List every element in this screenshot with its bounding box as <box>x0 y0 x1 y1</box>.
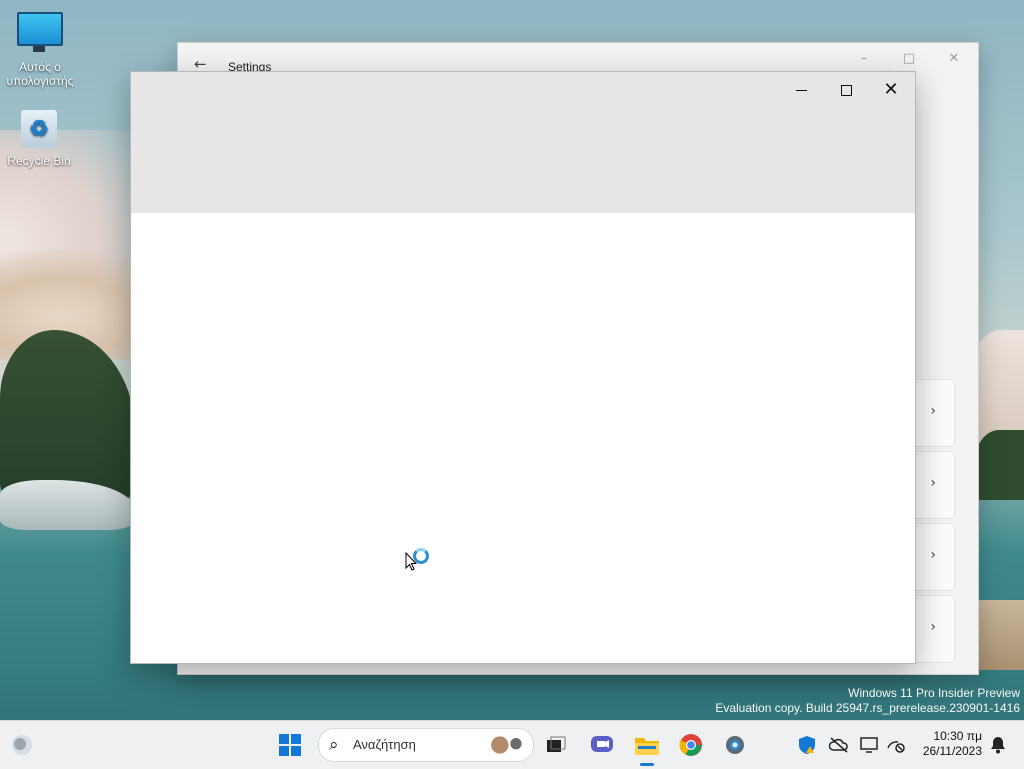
evaluation-watermark: Windows 11 Pro Insider Preview Evaluatio… <box>715 686 1020 716</box>
teams-chat-icon <box>591 736 613 752</box>
active-app-indicator <box>640 763 654 766</box>
maximize-icon <box>840 84 852 96</box>
network-tray-button[interactable] <box>882 731 910 759</box>
monitor-icon <box>17 12 63 52</box>
shield-warning-icon <box>799 736 815 754</box>
clock-date: 26/11/2023 <box>922 744 982 758</box>
settings-card[interactable]: › <box>913 595 955 663</box>
chevron-right-icon: › <box>930 403 936 419</box>
desktop-icon-label: Αυτός ο υπολογιστής <box>6 60 74 88</box>
display-tray-button[interactable] <box>856 731 884 759</box>
task-view-icon <box>547 736 566 752</box>
desktop-icon-this-pc[interactable]: Αυτός ο υπολογιστής <box>2 12 78 88</box>
teams-chat-button[interactable] <box>588 731 616 759</box>
chevron-right-icon: › <box>930 547 936 563</box>
settings-card[interactable]: › <box>913 451 955 519</box>
network-disconnected-icon <box>887 741 905 753</box>
widgets-weather-icon[interactable] <box>8 731 36 759</box>
task-view-button[interactable] <box>542 731 570 759</box>
busy-spinner-icon <box>413 548 429 564</box>
clock[interactable]: 10:30 πμ 26/11/2023 <box>923 729 982 759</box>
security-tray-button[interactable] <box>793 731 821 759</box>
maximize-button[interactable]: □ <box>899 51 919 66</box>
close-icon: ✕ <box>883 79 899 100</box>
chevron-right-icon: › <box>930 475 936 491</box>
close-button[interactable]: ✕ <box>944 51 964 66</box>
windows-logo-icon <box>279 734 301 756</box>
cloud-offline-icon <box>829 737 848 753</box>
taskbar: ⌕ Αναζήτηση 10:30 πμ 26/11/2023 <box>0 720 1024 769</box>
file-explorer-button[interactable] <box>633 731 661 759</box>
settings-card[interactable]: › <box>913 379 955 447</box>
minimize-icon <box>795 89 807 91</box>
settings-button[interactable] <box>721 731 749 759</box>
minimize-button[interactable] <box>779 76 823 104</box>
desktop-icon-recycle-bin[interactable]: ♻ Recycle Bin <box>1 110 77 168</box>
settings-gear-icon <box>726 736 744 754</box>
search-placeholder: Αναζήτηση <box>353 737 416 752</box>
desktop-icon-label: Recycle Bin <box>7 154 71 168</box>
maximize-button[interactable] <box>824 76 868 104</box>
search-highlight-image <box>489 732 525 758</box>
chrome-button[interactable] <box>677 731 705 759</box>
recycle-bin-icon: ♻ <box>21 110 57 148</box>
settings-card[interactable]: › <box>913 523 955 591</box>
bell-icon <box>991 737 1005 754</box>
display-icon <box>860 737 878 753</box>
search-icon: ⌕ <box>329 735 339 755</box>
minimize-button[interactable]: – <box>854 51 874 66</box>
loading-window[interactable]: ✕ <box>130 71 916 664</box>
chrome-icon <box>679 734 702 756</box>
clock-time: 10:30 πμ <box>933 729 982 743</box>
notifications-button[interactable] <box>984 731 1012 759</box>
wallpaper-right-reeds <box>974 600 1024 670</box>
wallpaper-right-trees <box>974 430 1024 500</box>
close-button[interactable]: ✕ <box>869 76 913 104</box>
onedrive-tray-button[interactable] <box>825 731 853 759</box>
file-explorer-icon <box>635 738 659 755</box>
watermark-line2: Evaluation copy. Build 25947.rs_prerelea… <box>715 701 1020 715</box>
start-button[interactable] <box>276 731 304 759</box>
taskbar-search[interactable]: ⌕ Αναζήτηση <box>318 728 534 762</box>
window-title-bar[interactable]: ✕ <box>131 72 915 213</box>
chevron-right-icon: › <box>930 619 936 635</box>
watermark-line1: Windows 11 Pro Insider Preview <box>848 686 1020 700</box>
